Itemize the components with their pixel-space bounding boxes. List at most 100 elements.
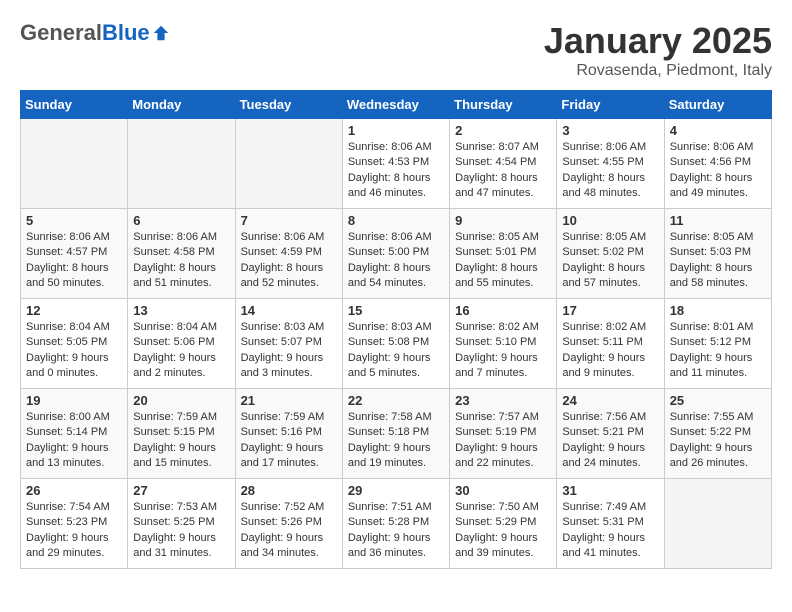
calendar-cell: 19 Sunrise: 8:00 AM Sunset: 5:14 PM Dayli… xyxy=(21,389,128,479)
calendar-week-row: 19 Sunrise: 8:00 AM Sunset: 5:14 PM Dayli… xyxy=(21,389,772,479)
calendar-week-row: 1Sunrise: 8:06 AM Sunset: 4:53 PM Daylig… xyxy=(21,119,772,209)
location-title: Rovasenda, Piedmont, Italy xyxy=(544,62,772,80)
calendar-cell: 4Sunrise: 8:06 AM Sunset: 4:56 PM Daylig… xyxy=(664,119,771,209)
day-number: 6 xyxy=(133,213,229,228)
day-number: 3 xyxy=(562,123,658,138)
calendar-week-row: 26 Sunrise: 7:54 AM Sunset: 5:23 PM Dayli… xyxy=(21,479,772,569)
day-number: 28 xyxy=(241,483,337,498)
calendar-cell: 9 Sunrise: 8:05 AM Sunset: 5:01 PM Daylig… xyxy=(450,209,557,299)
weekday-header: Monday xyxy=(128,91,235,119)
day-number: 26 xyxy=(26,483,122,498)
calendar-cell: 1Sunrise: 8:06 AM Sunset: 4:53 PM Daylig… xyxy=(342,119,449,209)
day-number: 7 xyxy=(241,213,337,228)
weekday-header: Saturday xyxy=(664,91,771,119)
day-number: 31 xyxy=(562,483,658,498)
calendar-cell: 12 Sunrise: 8:04 AM Sunset: 5:05 PM Dayli… xyxy=(21,299,128,389)
day-info: Sunrise: 8:06 AM Sunset: 4:55 PM Dayligh… xyxy=(562,140,658,202)
calendar-cell xyxy=(235,119,342,209)
day-number: 30 xyxy=(455,483,551,498)
title-block: January 2025 Rovasenda, Piedmont, Italy xyxy=(544,20,772,80)
day-info: Sunrise: 8:05 AM Sunset: 5:02 PM Dayligh… xyxy=(562,230,658,292)
day-info: Sunrise: 8:07 AM Sunset: 4:54 PM Dayligh… xyxy=(455,140,551,202)
day-number: 27 xyxy=(133,483,229,498)
day-number: 14 xyxy=(241,303,337,318)
day-number: 19 xyxy=(26,393,122,408)
day-number: 16 xyxy=(455,303,551,318)
calendar-cell: 29 Sunrise: 7:51 AM Sunset: 5:28 PM Dayli… xyxy=(342,479,449,569)
weekday-header-row: SundayMondayTuesdayWednesdayThursdayFrid… xyxy=(21,91,772,119)
day-info: Sunrise: 8:02 AM Sunset: 5:11 PM Dayligh… xyxy=(562,320,658,382)
month-title: January 2025 xyxy=(544,20,772,62)
calendar-cell: 22 Sunrise: 7:58 AM Sunset: 5:18 PM Dayli… xyxy=(342,389,449,479)
day-number: 10 xyxy=(562,213,658,228)
calendar-cell: 3 Sunrise: 8:06 AM Sunset: 4:55 PM Daylig… xyxy=(557,119,664,209)
day-info: Sunrise: 7:49 AM Sunset: 5:31 PM Dayligh… xyxy=(562,500,658,562)
calendar-cell: 7Sunrise: 8:06 AM Sunset: 4:59 PM Daylig… xyxy=(235,209,342,299)
calendar-week-row: 12 Sunrise: 8:04 AM Sunset: 5:05 PM Dayli… xyxy=(21,299,772,389)
page-header: GeneralBlue January 2025 Rovasenda, Pied… xyxy=(20,20,772,80)
calendar-cell: 8Sunrise: 8:06 AM Sunset: 5:00 PM Daylig… xyxy=(342,209,449,299)
day-number: 21 xyxy=(241,393,337,408)
day-number: 20 xyxy=(133,393,229,408)
calendar-cell: 25 Sunrise: 7:55 AM Sunset: 5:22 PM Dayli… xyxy=(664,389,771,479)
weekday-header: Friday xyxy=(557,91,664,119)
calendar-cell: 15Sunrise: 8:03 AM Sunset: 5:08 PM Dayli… xyxy=(342,299,449,389)
calendar-cell: 6 Sunrise: 8:06 AM Sunset: 4:58 PM Daylig… xyxy=(128,209,235,299)
day-info: Sunrise: 8:06 AM Sunset: 4:57 PM Dayligh… xyxy=(26,230,122,292)
day-info: Sunrise: 8:03 AM Sunset: 5:08 PM Dayligh… xyxy=(348,320,444,382)
calendar-cell: 14 Sunrise: 8:03 AM Sunset: 5:07 PM Dayli… xyxy=(235,299,342,389)
day-number: 9 xyxy=(455,213,551,228)
calendar-table: SundayMondayTuesdayWednesdayThursdayFrid… xyxy=(20,90,772,569)
calendar-cell: 28Sunrise: 7:52 AM Sunset: 5:26 PM Dayli… xyxy=(235,479,342,569)
day-info: Sunrise: 8:00 AM Sunset: 5:14 PM Dayligh… xyxy=(26,410,122,472)
calendar-cell xyxy=(664,479,771,569)
calendar-cell: 23 Sunrise: 7:57 AM Sunset: 5:19 PM Dayli… xyxy=(450,389,557,479)
calendar-cell: 26 Sunrise: 7:54 AM Sunset: 5:23 PM Dayli… xyxy=(21,479,128,569)
day-info: Sunrise: 8:06 AM Sunset: 4:58 PM Dayligh… xyxy=(133,230,229,292)
weekday-header: Thursday xyxy=(450,91,557,119)
day-number: 12 xyxy=(26,303,122,318)
day-number: 5 xyxy=(26,213,122,228)
day-number: 22 xyxy=(348,393,444,408)
day-info: Sunrise: 7:55 AM Sunset: 5:22 PM Dayligh… xyxy=(670,410,766,472)
calendar-cell: 10 Sunrise: 8:05 AM Sunset: 5:02 PM Dayli… xyxy=(557,209,664,299)
day-info: Sunrise: 8:03 AM Sunset: 5:07 PM Dayligh… xyxy=(241,320,337,382)
logo-general-text: General xyxy=(20,20,102,46)
calendar-cell: 20Sunrise: 7:59 AM Sunset: 5:15 PM Dayli… xyxy=(128,389,235,479)
day-info: Sunrise: 8:05 AM Sunset: 5:01 PM Dayligh… xyxy=(455,230,551,292)
day-info: Sunrise: 8:01 AM Sunset: 5:12 PM Dayligh… xyxy=(670,320,766,382)
day-number: 18 xyxy=(670,303,766,318)
calendar-cell xyxy=(21,119,128,209)
calendar-cell: 30 Sunrise: 7:50 AM Sunset: 5:29 PM Dayli… xyxy=(450,479,557,569)
day-info: Sunrise: 8:04 AM Sunset: 5:05 PM Dayligh… xyxy=(26,320,122,382)
day-info: Sunrise: 7:58 AM Sunset: 5:18 PM Dayligh… xyxy=(348,410,444,472)
weekday-header: Tuesday xyxy=(235,91,342,119)
day-info: Sunrise: 7:54 AM Sunset: 5:23 PM Dayligh… xyxy=(26,500,122,562)
day-number: 13 xyxy=(133,303,229,318)
day-number: 29 xyxy=(348,483,444,498)
day-info: Sunrise: 7:56 AM Sunset: 5:21 PM Dayligh… xyxy=(562,410,658,472)
day-info: Sunrise: 8:04 AM Sunset: 5:06 PM Dayligh… xyxy=(133,320,229,382)
day-number: 23 xyxy=(455,393,551,408)
day-number: 4 xyxy=(670,123,766,138)
logo-icon xyxy=(152,24,170,42)
calendar-cell: 11Sunrise: 8:05 AM Sunset: 5:03 PM Dayli… xyxy=(664,209,771,299)
calendar-cell: 16Sunrise: 8:02 AM Sunset: 5:10 PM Dayli… xyxy=(450,299,557,389)
logo-blue-text: Blue xyxy=(102,20,150,46)
weekday-header: Sunday xyxy=(21,91,128,119)
day-number: 17 xyxy=(562,303,658,318)
calendar-cell: 5 Sunrise: 8:06 AM Sunset: 4:57 PM Daylig… xyxy=(21,209,128,299)
day-info: Sunrise: 7:59 AM Sunset: 5:16 PM Dayligh… xyxy=(241,410,337,472)
day-number: 25 xyxy=(670,393,766,408)
weekday-header: Wednesday xyxy=(342,91,449,119)
day-number: 8 xyxy=(348,213,444,228)
day-info: Sunrise: 7:57 AM Sunset: 5:19 PM Dayligh… xyxy=(455,410,551,472)
calendar-cell: 24 Sunrise: 7:56 AM Sunset: 5:21 PM Dayli… xyxy=(557,389,664,479)
calendar-cell: 21 Sunrise: 7:59 AM Sunset: 5:16 PM Dayli… xyxy=(235,389,342,479)
day-info: Sunrise: 7:53 AM Sunset: 5:25 PM Dayligh… xyxy=(133,500,229,562)
day-number: 1 xyxy=(348,123,444,138)
calendar-cell: 2Sunrise: 8:07 AM Sunset: 4:54 PM Daylig… xyxy=(450,119,557,209)
day-info: Sunrise: 7:50 AM Sunset: 5:29 PM Dayligh… xyxy=(455,500,551,562)
day-info: Sunrise: 7:51 AM Sunset: 5:28 PM Dayligh… xyxy=(348,500,444,562)
day-number: 24 xyxy=(562,393,658,408)
